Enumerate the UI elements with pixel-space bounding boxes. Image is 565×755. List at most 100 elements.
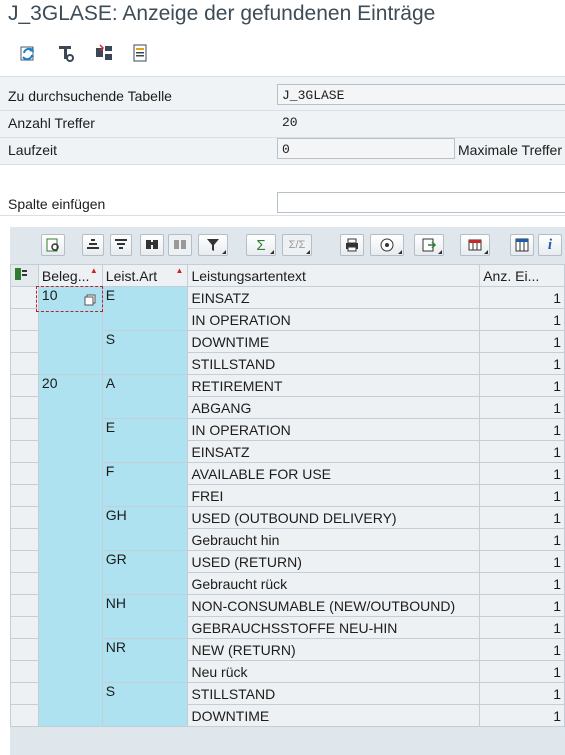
cell-count[interactable]: 1: [479, 704, 565, 727]
cell-activity-type[interactable]: A: [101, 374, 189, 419]
cell-activity-text[interactable]: ABGANG: [187, 396, 481, 419]
row-selector[interactable]: [10, 572, 39, 595]
list-document-icon[interactable]: [128, 41, 152, 65]
cell-count[interactable]: 1: [479, 440, 565, 463]
cell-activity-text[interactable]: Gebraucht hin: [187, 528, 481, 551]
row-selector[interactable]: [10, 594, 39, 617]
cell-count[interactable]: 1: [479, 594, 565, 617]
grid-toolbar: Σ Σ/Σ i: [10, 227, 565, 263]
refresh-icon[interactable]: [16, 41, 40, 65]
cell-activity-text[interactable]: STILLSTAND: [187, 352, 481, 375]
subtotal-icon[interactable]: Σ/Σ: [282, 234, 312, 256]
layout-icon[interactable]: [460, 234, 490, 256]
table-swap-icon[interactable]: [92, 41, 116, 65]
cell-count[interactable]: 1: [479, 660, 565, 683]
cell-count[interactable]: 1: [479, 352, 565, 375]
cell-activity-text[interactable]: EINSATZ: [187, 440, 481, 463]
cell-activity-text[interactable]: STILLSTAND: [187, 682, 481, 705]
copy-icon[interactable]: [84, 293, 96, 311]
spreadsheet-icon[interactable]: [510, 234, 534, 256]
cell-activity-text[interactable]: EINSATZ: [187, 286, 481, 309]
cell-count[interactable]: 1: [479, 418, 565, 441]
print-icon[interactable]: [340, 234, 364, 256]
cell-activity-type[interactable]: NR: [101, 638, 189, 683]
cell-activity-text[interactable]: IN OPERATION: [187, 308, 481, 331]
row-selector[interactable]: [10, 506, 39, 529]
row-selector[interactable]: [10, 616, 39, 639]
cell-activity-text[interactable]: Neu rück: [187, 660, 481, 683]
column-header-count[interactable]: Anz. Ei...: [479, 264, 565, 287]
cell-count[interactable]: 1: [479, 550, 565, 573]
cell-count[interactable]: 1: [479, 528, 565, 551]
cell-activity-type[interactable]: S: [101, 682, 189, 727]
technical-settings-icon[interactable]: [54, 41, 78, 65]
row-selector[interactable]: [10, 418, 39, 441]
cell-activity-text[interactable]: DOWNTIME: [187, 330, 481, 353]
export-icon[interactable]: [414, 234, 444, 256]
row-selector[interactable]: [10, 484, 39, 507]
cell-activity-text[interactable]: AVAILABLE FOR USE: [187, 462, 481, 485]
cell-activity-text[interactable]: USED (OUTBOUND DELIVERY): [187, 506, 481, 529]
views-icon[interactable]: [370, 234, 404, 256]
row-selector[interactable]: [10, 352, 39, 375]
cell-count[interactable]: 1: [479, 682, 565, 705]
cell-count[interactable]: 1: [479, 462, 565, 485]
sort-ascending-icon[interactable]: [82, 234, 104, 256]
cell-count[interactable]: 1: [479, 572, 565, 595]
cell-activity-type[interactable]: GR: [101, 550, 189, 595]
cell-count[interactable]: 1: [479, 484, 565, 507]
row-selector[interactable]: [10, 286, 39, 309]
cell-count[interactable]: 1: [479, 286, 565, 309]
row-selector[interactable]: [10, 396, 39, 419]
cell-activity-text[interactable]: USED (RETURN): [187, 550, 481, 573]
table-field[interactable]: J_3GLASE: [277, 84, 565, 105]
row-selector[interactable]: [10, 374, 39, 397]
cell-count[interactable]: 1: [479, 308, 565, 331]
select-all-icon[interactable]: [10, 264, 39, 287]
row-selector[interactable]: [10, 440, 39, 463]
cell-document[interactable]: 20: [37, 374, 103, 727]
cell-activity-type[interactable]: S: [101, 330, 189, 375]
sum-icon[interactable]: Σ: [246, 234, 276, 256]
row-selector[interactable]: [10, 528, 39, 551]
cell-activity-type[interactable]: GH: [101, 506, 189, 551]
cell-activity-text[interactable]: NEW (RETURN): [187, 638, 481, 661]
column-header-document[interactable]: Beleg... ▲: [37, 264, 103, 287]
cell-count[interactable]: 1: [479, 506, 565, 529]
row-selector[interactable]: [10, 638, 39, 661]
cell-activity-text[interactable]: RETIREMENT: [187, 374, 481, 397]
column-header-label: Leistungsartentext: [191, 267, 306, 284]
cell-count[interactable]: 1: [479, 638, 565, 661]
row-selector[interactable]: [10, 682, 39, 705]
details-icon[interactable]: [41, 234, 65, 256]
row-selector[interactable]: [10, 660, 39, 683]
cell-activity-text[interactable]: Gebraucht rück: [187, 572, 481, 595]
filter-icon[interactable]: [198, 234, 228, 256]
column-header-activity-type[interactable]: Leist.Art ▲: [101, 264, 189, 287]
row-selector[interactable]: [10, 462, 39, 485]
cell-activity-type[interactable]: E: [101, 286, 189, 331]
cell-activity-type[interactable]: NH: [101, 594, 189, 639]
column-header-activity-text[interactable]: Leistungsartentext: [187, 264, 481, 287]
row-selector[interactable]: [10, 330, 39, 353]
cell-count[interactable]: 1: [479, 330, 565, 353]
cell-count[interactable]: 1: [479, 616, 565, 639]
find-next-icon[interactable]: [168, 234, 192, 256]
cell-count[interactable]: 1: [479, 396, 565, 419]
cell-activity-text[interactable]: FREI: [187, 484, 481, 507]
cell-activity-text[interactable]: NON-CONSUMABLE (NEW/OUTBOUND): [187, 594, 481, 617]
info-icon[interactable]: i: [538, 234, 562, 256]
row-selector[interactable]: [10, 308, 39, 331]
find-icon[interactable]: [140, 234, 164, 256]
row-selector[interactable]: [10, 704, 39, 727]
cell-activity-text[interactable]: IN OPERATION: [187, 418, 481, 441]
table-row[interactable]: 20 A RETIREMENT 1: [10, 374, 565, 727]
cell-activity-type[interactable]: E: [101, 418, 189, 463]
cell-count[interactable]: 1: [479, 374, 565, 397]
sort-descending-icon[interactable]: [110, 234, 132, 256]
insert-column-field[interactable]: [277, 192, 565, 213]
cell-activity-text[interactable]: DOWNTIME: [187, 704, 481, 727]
cell-activity-type[interactable]: F: [101, 462, 189, 507]
cell-activity-text[interactable]: GEBRAUCHSSTOFFE NEU-HIN: [187, 616, 481, 639]
row-selector[interactable]: [10, 550, 39, 573]
